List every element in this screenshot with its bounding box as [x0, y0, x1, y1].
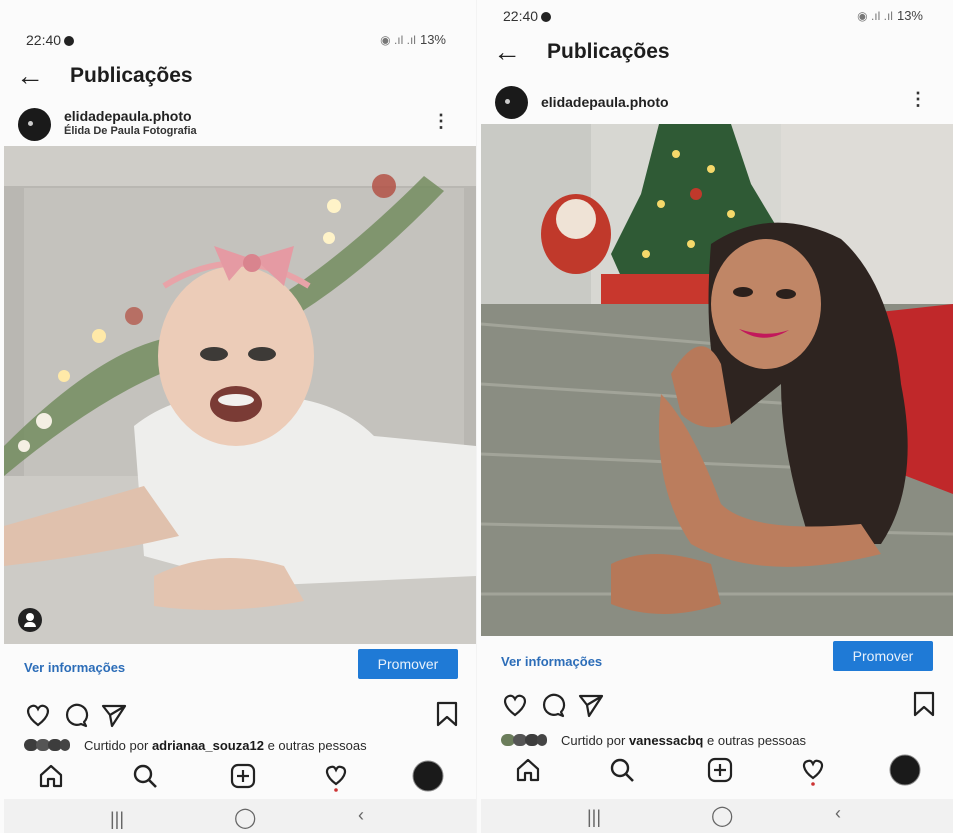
- promote-button[interactable]: Promover: [358, 649, 458, 679]
- bookmark-icon[interactable]: [911, 690, 937, 718]
- tag-people-icon[interactable]: [18, 608, 42, 632]
- bookmark-icon[interactable]: [434, 700, 460, 728]
- liker-avatars: [24, 739, 76, 751]
- recent-apps-icon[interactable]: |||: [587, 807, 601, 828]
- screenshot-left: 22:40 ◉ .ıl .ıl 13% ← Publicações elidade…: [0, 0, 476, 833]
- avatar[interactable]: [18, 108, 51, 141]
- screenshot-right: 22:40 ◉ .ıl .ıl 13% ← Publicações elidade…: [477, 0, 953, 833]
- status-icons: ◉ .ıl .ıl 13%: [380, 32, 446, 47]
- search-icon[interactable]: [608, 756, 636, 784]
- app-bar: ← Publicações: [481, 38, 953, 70]
- activity-heart-icon[interactable]: [799, 756, 827, 786]
- post-subtitle: Élida De Paula Fotografia: [64, 125, 197, 137]
- status-clock: 22:40: [26, 32, 75, 48]
- comment-icon[interactable]: [62, 702, 90, 728]
- promote-button[interactable]: Promover: [833, 641, 933, 671]
- arrow-left-icon[interactable]: ←: [493, 38, 521, 66]
- activity-heart-icon[interactable]: [322, 762, 350, 792]
- phone-screen: 22:40 ◉ .ıl .ıl 13% ← Publicações elidade…: [481, 0, 953, 833]
- back-chevron-icon[interactable]: ‹: [358, 805, 364, 826]
- liker-avatars: [501, 734, 553, 746]
- arrow-left-icon[interactable]: ←: [16, 62, 44, 90]
- recent-apps-icon[interactable]: |||: [110, 809, 124, 830]
- home-circle-icon[interactable]: ◯: [234, 805, 256, 830]
- page-title: Publicações: [70, 64, 193, 87]
- photo-girl-christmas: [481, 124, 953, 636]
- post-username[interactable]: elidadepaula.photo: [541, 94, 669, 110]
- search-icon[interactable]: [131, 762, 159, 790]
- status-bar: 22:40 ◉ .ıl .ıl 13%: [4, 32, 476, 52]
- add-post-icon[interactable]: [229, 762, 257, 790]
- post-username[interactable]: elidadepaula.photo: [64, 108, 192, 124]
- post-actions: [481, 690, 953, 720]
- avatar[interactable]: [495, 86, 528, 119]
- page-title: Publicações: [547, 40, 670, 63]
- liked-by-user[interactable]: adrianaa_souza12: [152, 738, 264, 753]
- app-bar: ← Publicações: [4, 62, 476, 94]
- back-chevron-icon[interactable]: ‹: [835, 803, 841, 824]
- heart-icon[interactable]: [501, 692, 529, 718]
- phone-screen: 22:40 ◉ .ıl .ıl 13% ← Publicações elidade…: [4, 0, 476, 833]
- system-nav-bar: ||| ◯ ‹: [481, 799, 953, 833]
- heart-icon[interactable]: [24, 702, 52, 728]
- status-bar: 22:40 ◉ .ıl .ıl 13%: [481, 8, 953, 28]
- status-clock: 22:40: [503, 8, 552, 24]
- add-post-icon[interactable]: [706, 756, 734, 784]
- post-actions: [4, 700, 476, 730]
- more-vertical-icon[interactable]: ⋮: [432, 112, 450, 130]
- bottom-nav: [4, 756, 476, 792]
- profile-avatar-icon[interactable]: [412, 760, 444, 792]
- comment-icon[interactable]: [539, 692, 567, 718]
- view-insights-link[interactable]: Ver informações: [501, 654, 602, 669]
- post-header: elidadepaula.photo ⋮: [481, 84, 953, 120]
- likes-summary[interactable]: Curtido por vanessacbq e outras pessoas: [501, 733, 806, 748]
- photo-baby: [4, 146, 476, 644]
- post-photo: [4, 146, 476, 644]
- home-icon[interactable]: [514, 756, 542, 784]
- home-icon[interactable]: [37, 762, 65, 790]
- more-vertical-icon[interactable]: ⋮: [909, 90, 927, 108]
- profile-avatar-icon[interactable]: [889, 754, 921, 786]
- home-circle-icon[interactable]: ◯: [711, 803, 733, 828]
- send-icon[interactable]: [100, 702, 128, 728]
- liked-by-user[interactable]: vanessacbq: [629, 733, 703, 748]
- system-nav-bar: ||| ◯ ‹: [4, 799, 476, 833]
- bottom-nav: [481, 750, 953, 786]
- likes-summary[interactable]: Curtido por adrianaa_souza12 e outras pe…: [24, 738, 367, 753]
- send-icon[interactable]: [577, 692, 605, 718]
- post-photo: [481, 124, 953, 636]
- post-header: elidadepaula.photo Élida De Paula Fotogr…: [4, 106, 476, 142]
- status-icons: ◉ .ıl .ıl 13%: [857, 8, 923, 23]
- view-insights-link[interactable]: Ver informações: [24, 660, 125, 675]
